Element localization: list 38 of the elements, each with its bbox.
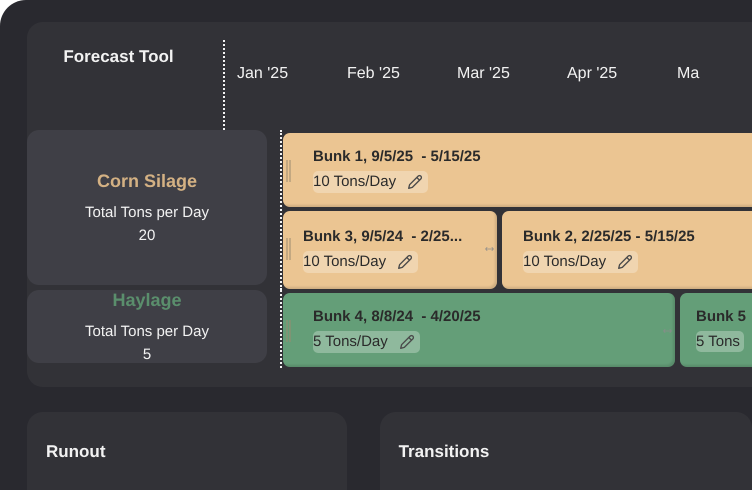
bar-title: Bunk 4, 8/8/24 - 4/20/25 bbox=[313, 308, 481, 324]
drag-handle-icon[interactable] bbox=[286, 320, 291, 342]
total-value: 5 bbox=[142, 346, 152, 363]
bar-title: Bunk 2, 2/25/25 - 5/15/25 bbox=[523, 228, 695, 244]
bar-title: Bunk 1, 9/5/25 - 5/15/25 bbox=[313, 148, 481, 164]
schedule-bar[interactable]: Bunk 4, 8/8/24 - 4/20/25 5 Tons/Day bbox=[283, 293, 675, 367]
rate-text: 5 Tons/Day bbox=[313, 333, 388, 350]
month-label: Mar '25 bbox=[457, 65, 511, 83]
total-label: Total Tons per Day bbox=[85, 204, 209, 221]
bar-title: Bunk 3, 9/5/24 - 2/25... bbox=[303, 228, 462, 244]
edit-icon[interactable] bbox=[396, 252, 414, 270]
rate-text: 10 Tons/Day bbox=[303, 253, 386, 270]
panel-title: Runout bbox=[46, 442, 106, 461]
schedule-bar[interactable]: Bunk 5 5 Tons bbox=[680, 293, 752, 367]
edit-icon[interactable] bbox=[398, 332, 416, 350]
total-label: Total Tons per Day bbox=[85, 323, 209, 340]
month-label: Apr '25 bbox=[567, 65, 618, 83]
drag-handle-icon[interactable] bbox=[286, 238, 291, 260]
forecast-title: Forecast Tool bbox=[63, 47, 174, 67]
total-value: 20 bbox=[138, 227, 156, 244]
month-label: Jan '25 bbox=[237, 65, 290, 83]
schedule-bar[interactable]: Bunk 2, 2/25/25 - 5/15/25 10 Tons/Day bbox=[502, 211, 752, 289]
rate-text: 10 Tons/Day bbox=[523, 253, 606, 270]
resize-icon[interactable] bbox=[663, 328, 672, 334]
panel-title: Transitions bbox=[398, 442, 490, 461]
edit-icon[interactable] bbox=[616, 252, 634, 270]
rate-text: 5 Tons bbox=[696, 333, 740, 350]
month-label: Feb '25 bbox=[347, 65, 401, 83]
schedule-bar[interactable]: Bunk 1, 9/5/25 - 5/15/25 10 Tons/Day bbox=[283, 133, 752, 207]
resize-icon[interactable] bbox=[485, 246, 494, 252]
schedule-bar[interactable]: Bunk 3, 9/5/24 - 2/25... 10 Tons/Day bbox=[283, 211, 497, 289]
bar-title: Bunk 5 bbox=[696, 308, 746, 325]
drag-handle-icon[interactable] bbox=[286, 160, 291, 182]
group-name: Corn Silage bbox=[96, 171, 198, 192]
edit-icon[interactable] bbox=[406, 172, 424, 190]
rate-text: 10 Tons/Day bbox=[313, 173, 396, 190]
group-name: Haylage bbox=[112, 290, 182, 311]
month-label: Ma bbox=[677, 65, 700, 83]
